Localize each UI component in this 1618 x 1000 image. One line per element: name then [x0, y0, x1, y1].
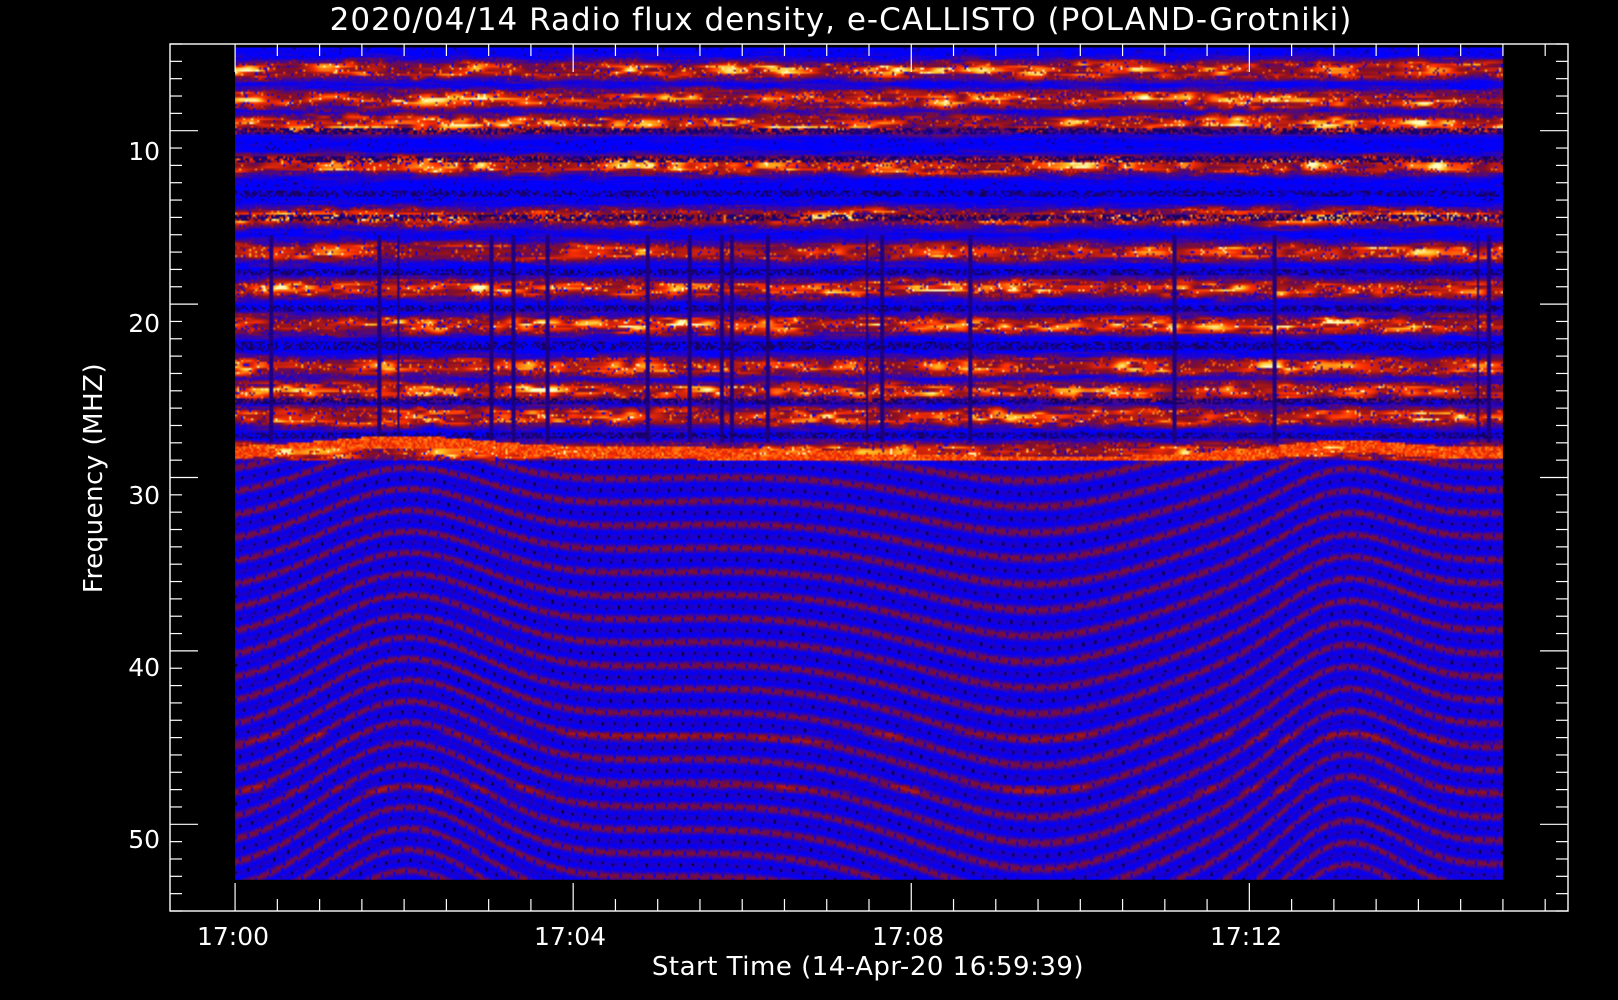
- x-tick-label: 17:04: [534, 922, 606, 951]
- y-tick-label: 10: [128, 137, 160, 166]
- x-tick-label: 17:08: [872, 922, 944, 951]
- spectrogram-image: [235, 47, 1503, 880]
- x-tick-label: 17:00: [197, 922, 269, 951]
- chart-title: 2020/04/14 Radio flux density, e-CALLIST…: [330, 2, 1353, 38]
- x-tick-label: 17:12: [1210, 922, 1282, 951]
- y-tick-label: 50: [128, 825, 160, 854]
- spectrogram-figure: 2020/04/14 Radio flux density, e-CALLIST…: [0, 0, 1618, 1000]
- y-tick-label: 40: [128, 653, 160, 682]
- spectrogram-heatmap: [235, 47, 1503, 880]
- x-axis-label: Start Time (14-Apr-20 16:59:39): [652, 952, 1084, 982]
- y-tick-label: 30: [128, 481, 160, 510]
- y-tick-label: 20: [128, 309, 160, 338]
- y-axis-label: Frequency (MHZ): [79, 363, 109, 593]
